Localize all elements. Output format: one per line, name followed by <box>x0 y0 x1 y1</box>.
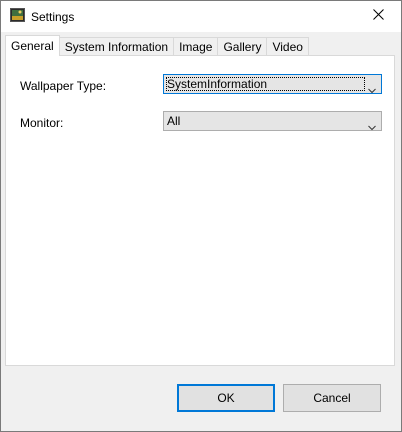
window-title: Settings <box>31 10 75 24</box>
monitor-select[interactable]: All <box>163 111 382 131</box>
chevron-down-icon <box>368 81 376 94</box>
settings-app-icon <box>10 8 25 22</box>
settings-dialog: Settings General System Information Imag… <box>0 0 402 432</box>
button-bar: OK Cancel <box>1 366 401 431</box>
wallpaper-type-value: SystemInformation <box>167 77 268 91</box>
close-button[interactable] <box>355 1 401 31</box>
wallpaper-type-select[interactable]: SystemInformation <box>163 74 382 94</box>
tab-gallery[interactable]: Gallery <box>217 37 268 56</box>
tab-image[interactable]: Image <box>173 37 219 56</box>
tab-video[interactable]: Video <box>266 37 309 56</box>
tab-system-information[interactable]: System Information <box>58 37 175 56</box>
monitor-label: Monitor: <box>20 116 64 130</box>
tab-general[interactable]: General <box>5 35 60 56</box>
close-icon <box>372 9 384 23</box>
wallpaper-type-label: Wallpaper Type: <box>20 79 107 93</box>
monitor-value: All <box>167 114 181 128</box>
dialog-client-area: General System Information Image Gallery… <box>1 32 401 431</box>
cancel-button[interactable]: Cancel <box>283 384 381 412</box>
title-bar[interactable]: Settings <box>1 1 401 32</box>
chevron-down-icon <box>368 118 376 131</box>
tab-strip: General System Information Image Gallery… <box>5 35 309 56</box>
general-tab-panel: Wallpaper Type: SystemInformation Monito… <box>5 55 395 366</box>
ok-button[interactable]: OK <box>177 384 275 412</box>
